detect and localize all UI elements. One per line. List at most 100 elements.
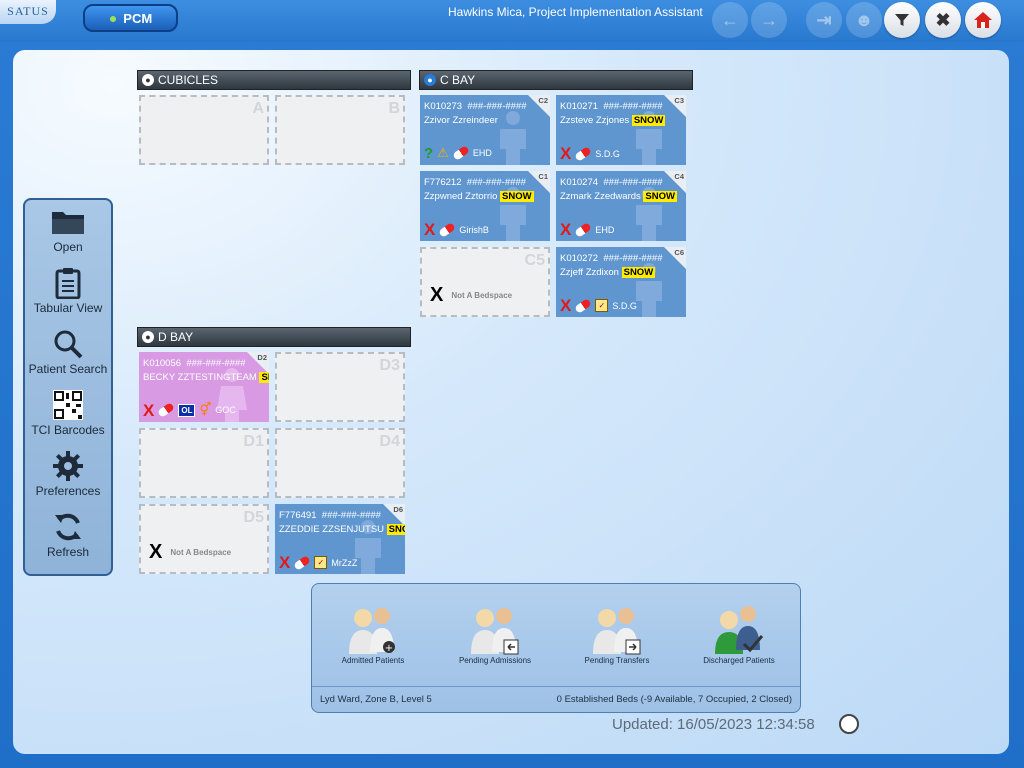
gear-icon (25, 450, 111, 482)
patient-name: Zzpwned Zztorrio SNOW (424, 191, 534, 202)
admitted-patients-icon: + (318, 602, 428, 656)
note-icon: ✓ (595, 299, 609, 312)
filter-icon[interactable] (884, 2, 920, 38)
bottom-item-label: Admitted Patients (341, 656, 405, 665)
patient-id-line: K010272 ###-###-#### (560, 253, 663, 264)
pill-icon (293, 554, 312, 571)
bed-status-icons: X OL ⚥ GOC (143, 400, 236, 420)
warning-icon: ⚠ (437, 145, 449, 160)
section-title: D BAY (158, 330, 194, 344)
section-header-cubicles: ● CUBICLES (137, 70, 411, 90)
bed-B[interactable]: B (275, 95, 405, 165)
close-icon[interactable]: ✖ (925, 2, 961, 38)
discharged-patients-button[interactable]: Discharged Patients (684, 602, 794, 665)
patient-id-line: F776212 ###-###-#### (424, 177, 526, 188)
patient-name: Zzivor Zzreindeer (424, 115, 498, 126)
loading-indicator-icon (839, 714, 859, 734)
bed-code: B (388, 100, 400, 117)
bed-D1[interactable]: D1 (139, 428, 269, 498)
section-header-c-bay: ● C BAY (419, 70, 693, 90)
red-x-icon: X (424, 220, 436, 239)
clipboard-icon (25, 267, 111, 299)
ward-summary-panel: + Admitted Patients Pending Admissions P… (311, 583, 801, 713)
snow-badge: SNO (386, 524, 405, 535)
bed-D6[interactable]: D6 F776491 ###-###-#### ZZEDDIE ZZSENJUT… (275, 504, 405, 574)
bed-D3[interactable]: D3 (275, 352, 405, 422)
ward-status-bar: Lyd Ward, Zone B, Level 5 0 Established … (312, 686, 800, 712)
people-icon: ● (142, 331, 154, 343)
bed-code: D6 (393, 505, 403, 514)
bed-code: D2 (257, 353, 267, 362)
bed-D4[interactable]: D4 (275, 428, 405, 498)
sidebar-item-open[interactable]: Open (25, 206, 111, 262)
patient-name: Zzmark Zzedwards SNOW (560, 191, 677, 202)
forward-arrow-icon[interactable]: → (751, 2, 787, 38)
team-label: EHD (595, 224, 615, 235)
bed-code: C6 (674, 248, 684, 257)
patient-name: ZZEDDIE ZZSENJUTSU SNO (279, 524, 405, 535)
pending-admissions-icon (440, 602, 550, 656)
bed-C6[interactable]: C6 K010272 ###-###-#### Zzjeff Zzdixon S… (556, 247, 686, 317)
pcm-module-label: PCM (123, 10, 153, 26)
bed-C1[interactable]: C1 F776212 ###-###-#### Zzpwned Zztorrio… (420, 171, 550, 241)
back-arrow-icon[interactable]: ← (712, 2, 748, 38)
bottom-item-label: Pending Admissions (458, 656, 532, 665)
patient-name: Zzsteve Zzjones SNOW (560, 115, 666, 126)
not-a-bedspace: X Not A Bedspace (430, 284, 513, 306)
sidebar-item-tci-barcodes[interactable]: TCI Barcodes (25, 389, 111, 445)
qr-code-icon (25, 389, 111, 421)
patient-id-line: F776491 ###-###-#### (279, 510, 381, 521)
bed-D2[interactable]: D2 K010056 ###-###-#### BECKY ZZTESTINGT… (139, 352, 269, 422)
bed-C4[interactable]: C4 K010274 ###-###-#### Zzmark Zzedwards… (556, 171, 686, 241)
bed-C5[interactable]: C5 X Not A Bedspace (420, 247, 550, 317)
pill-icon (574, 221, 593, 238)
home-icon[interactable] (965, 2, 1001, 38)
patient-name: Zzjeff Zzdixon SNOW (560, 267, 656, 278)
bed-code: D4 (379, 433, 400, 450)
people-icon: ● (108, 10, 118, 26)
team-label: EHD (472, 148, 492, 158)
user-swap-icon[interactable]: ☻ (846, 2, 882, 38)
sidebar-item-label: Open (53, 240, 83, 254)
section-title: C BAY (440, 73, 476, 87)
sidebar-item-label: Preferences (35, 484, 101, 498)
bed-code: C4 (674, 172, 684, 181)
pending-transfers-button[interactable]: Pending Transfers (562, 602, 672, 665)
bed-code: C5 (524, 252, 545, 269)
bed-status-icons: X EHD (560, 220, 615, 239)
patient-id-line: K010273 ###-###-#### (424, 101, 527, 112)
discharged-patients-icon (684, 602, 794, 656)
sidebar-item-refresh[interactable]: Refresh (25, 511, 111, 567)
bed-status-icons: ? ⚠ EHD (424, 145, 492, 161)
bed-C2[interactable]: C2 K010273 ###-###-#### Zzivor Zzreindee… (420, 95, 550, 165)
bed-status-icons: X GirishB (424, 220, 489, 239)
bed-code: D5 (243, 509, 264, 526)
red-x-icon: X (143, 400, 155, 420)
pcm-module-button[interactable]: ● PCM (83, 4, 178, 32)
magnifier-icon (25, 328, 111, 360)
svg-text:+: + (385, 643, 393, 654)
admitted-patients-button[interactable]: + Admitted Patients (318, 602, 428, 665)
snow-badge: SNOW (643, 191, 677, 202)
snow-badge: SNOW (500, 191, 534, 202)
sidebar-item-patient-search[interactable]: Patient Search (25, 328, 111, 384)
patient-id-line: K010274 ###-###-#### (560, 177, 663, 188)
sidebar-item-label: Tabular View (33, 301, 103, 315)
bed-D5[interactable]: D5 X Not A Bedspace (139, 504, 269, 574)
pending-admissions-button[interactable]: Pending Admissions (440, 602, 550, 665)
not-a-bedspace: X Not A Bedspace (149, 541, 232, 563)
top-bar: SATUS ● PCM Hawkins Mica, Project Implem… (0, 0, 1024, 42)
pill-icon (574, 145, 593, 162)
sidebar-item-preferences[interactable]: Preferences (25, 450, 111, 506)
sidebar-item-tabular-view[interactable]: Tabular View (25, 267, 111, 323)
red-x-icon: X (560, 144, 572, 163)
pill-icon (451, 145, 470, 161)
pending-transfers-icon (562, 602, 672, 656)
red-x-icon: X (560, 220, 572, 239)
bottom-item-label: Discharged Patients (703, 656, 775, 665)
logout-icon[interactable]: ⇥ (806, 2, 842, 38)
bed-C3[interactable]: C3 K010271 ###-###-#### Zzsteve Zzjones … (556, 95, 686, 165)
black-x-icon: X (149, 541, 163, 563)
bed-A[interactable]: A (139, 95, 269, 165)
patient-id-line: K010271 ###-###-#### (560, 101, 663, 112)
